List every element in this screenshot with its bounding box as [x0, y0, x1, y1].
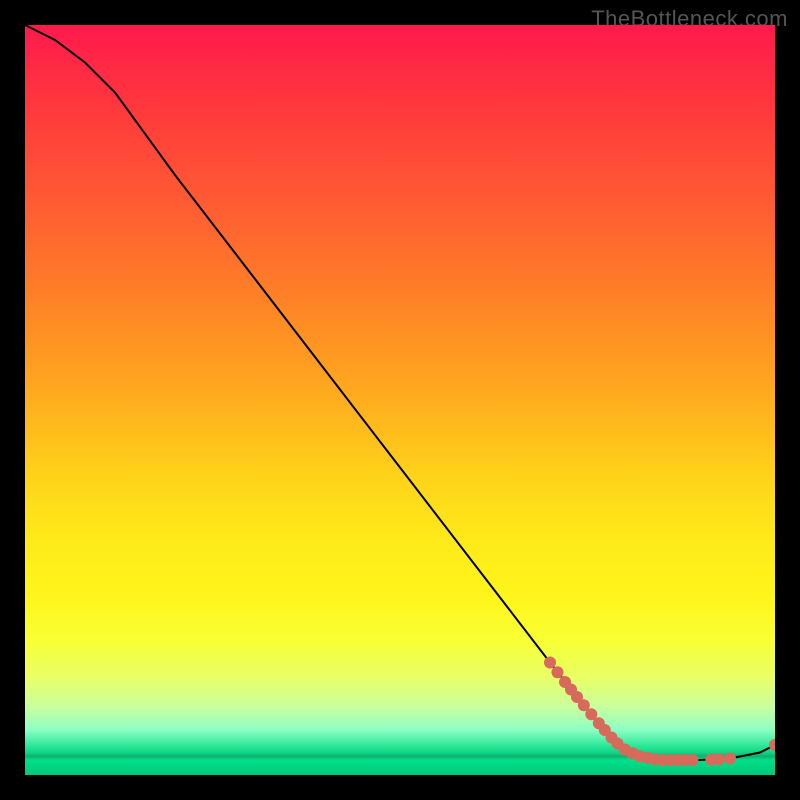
bottleneck-curve [25, 25, 775, 760]
plot-area [25, 25, 775, 775]
data-dots [544, 657, 775, 767]
curve-svg [25, 25, 775, 775]
data-dot [544, 657, 556, 669]
data-dot [769, 739, 775, 751]
data-dot [713, 753, 725, 765]
data-dot [724, 753, 736, 765]
data-dot [687, 754, 699, 766]
data-dot [552, 666, 564, 678]
chart-frame: TheBottleneck.com [0, 0, 800, 800]
